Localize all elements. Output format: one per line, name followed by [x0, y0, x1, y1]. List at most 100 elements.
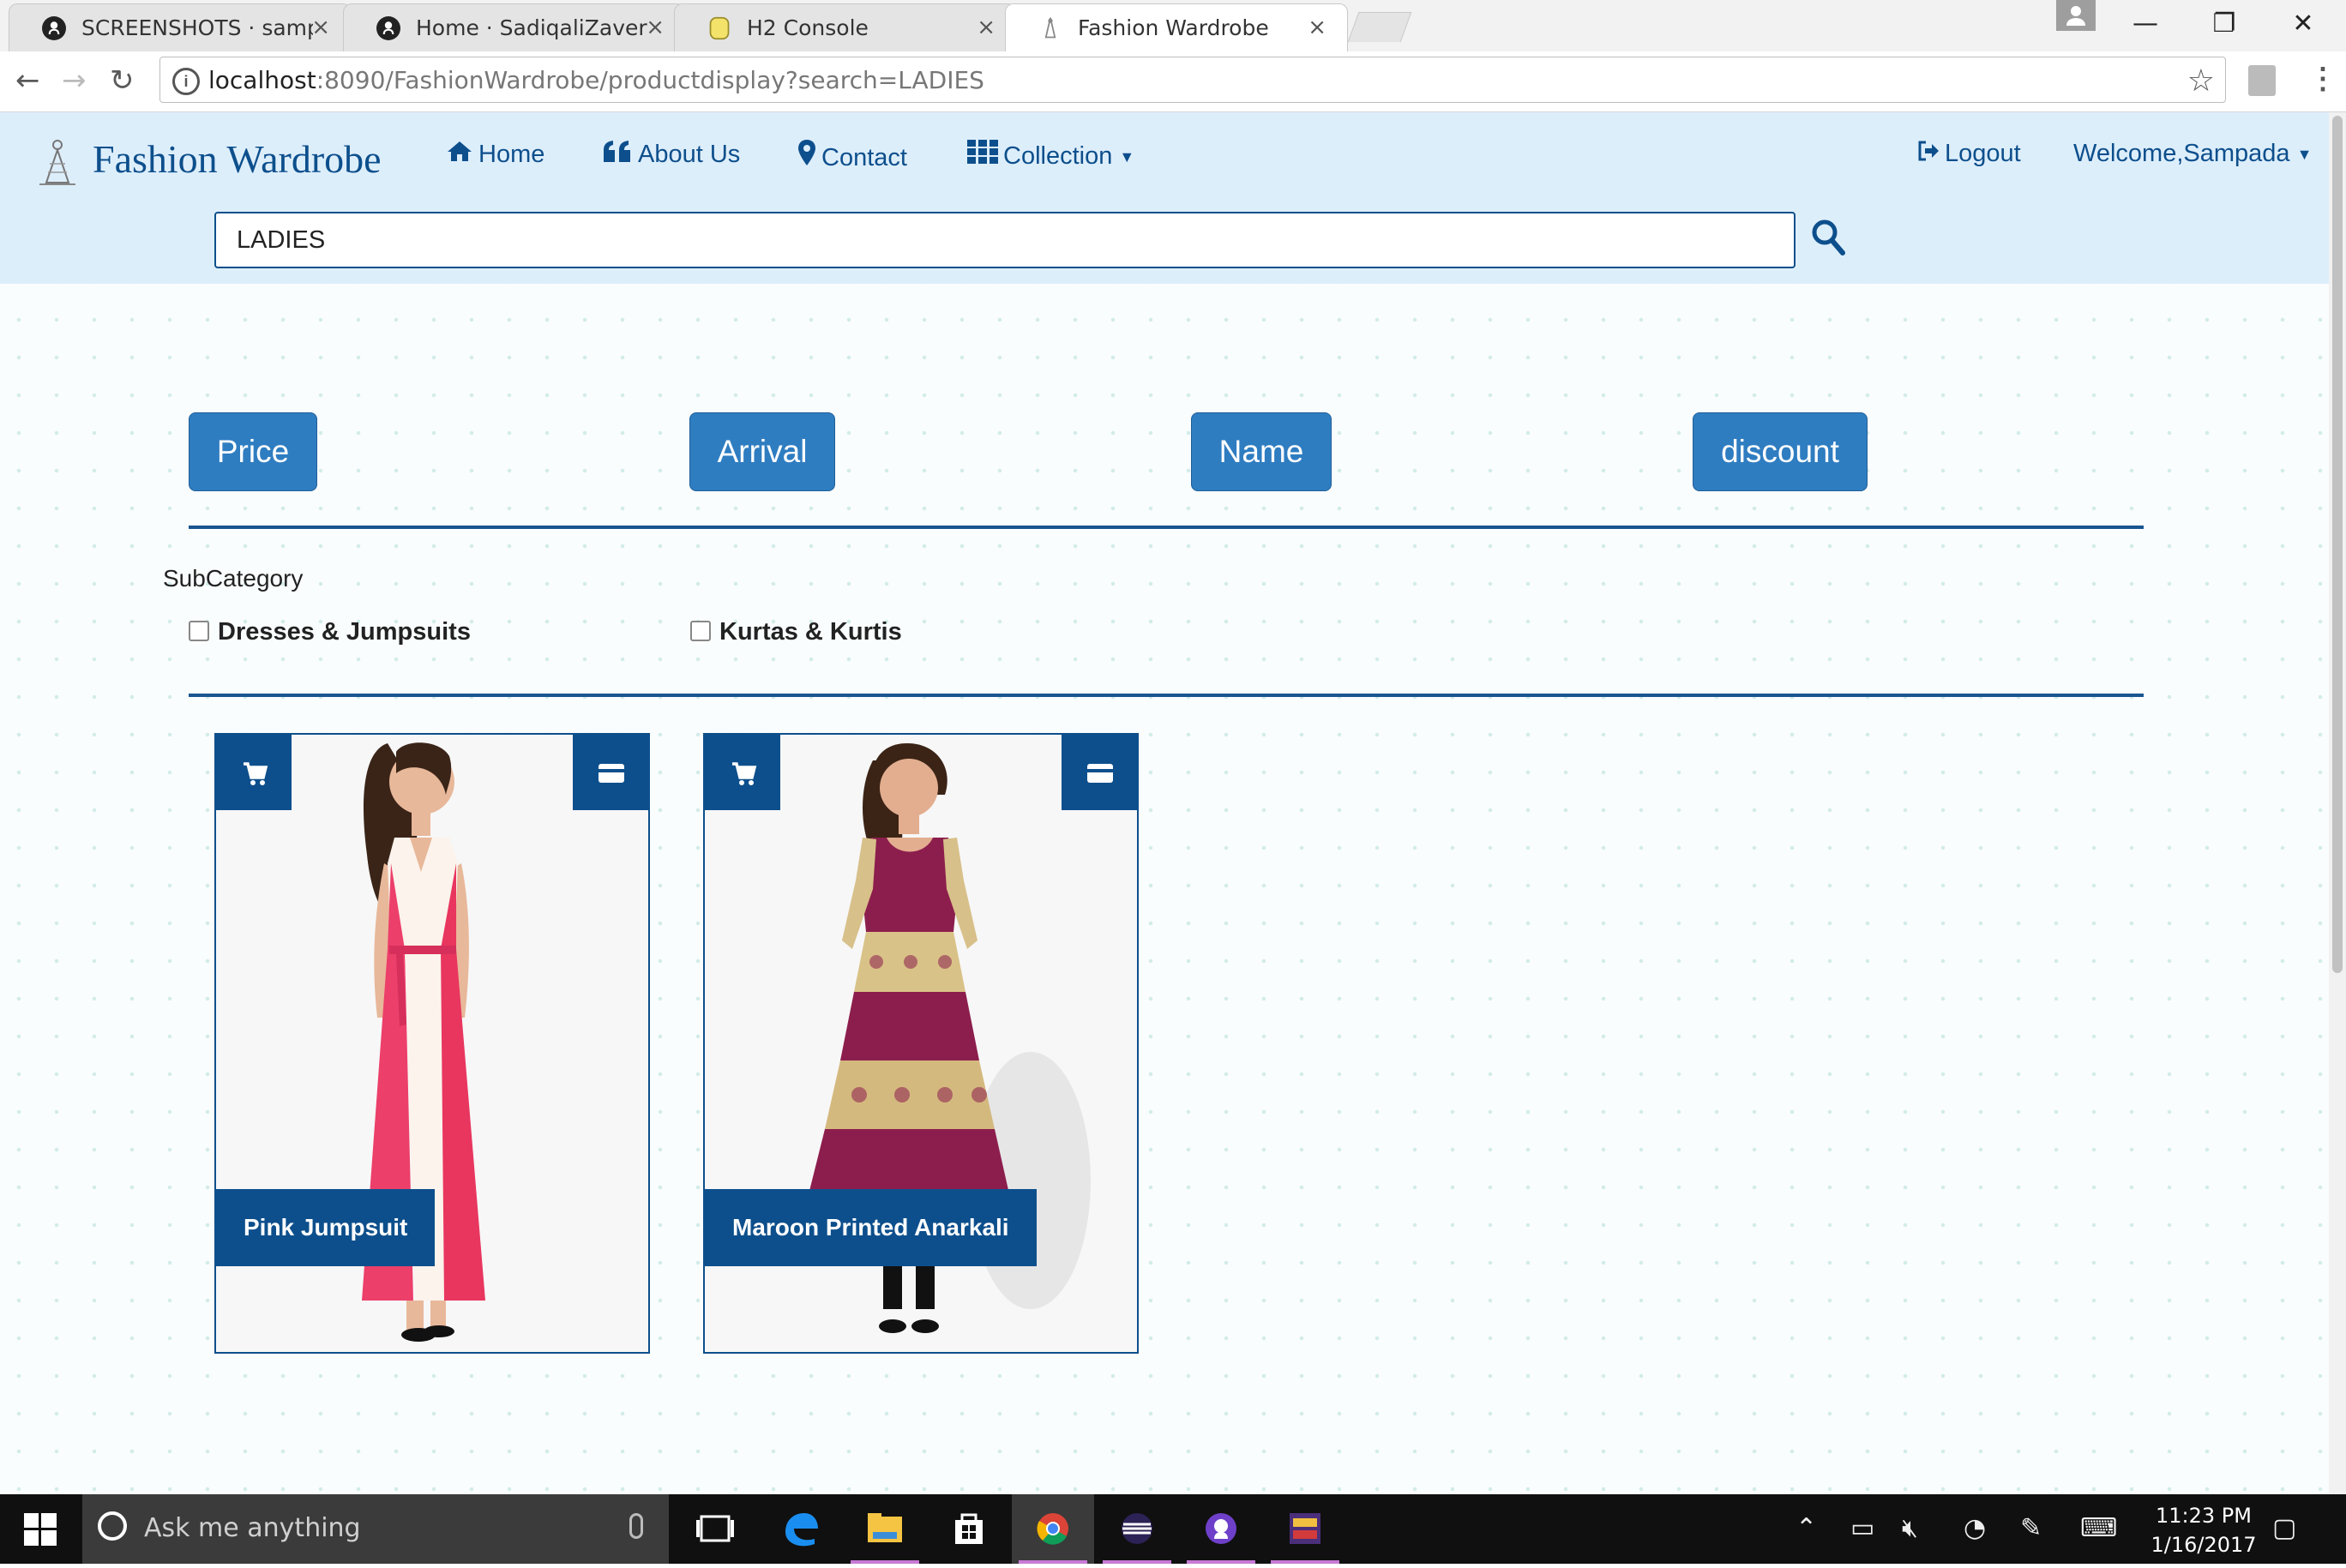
product-name[interactable]: Pink Jumpsuit [216, 1189, 436, 1266]
java-ee-ide-icon[interactable] [1264, 1494, 1346, 1564]
edge-icon[interactable] [760, 1494, 842, 1564]
sort-discount-button[interactable]: discount [1693, 412, 1868, 491]
minimize-button[interactable]: — [2111, 5, 2180, 43]
browser-menu-icon[interactable]: ⋮ [2308, 62, 2337, 96]
forward-icon[interactable]: → [62, 63, 87, 98]
volume-muted-icon[interactable]: 🔇︎ [1902, 1513, 1918, 1543]
restore-button[interactable]: ❐ [2190, 5, 2259, 43]
tab-close-icon[interactable]: × [977, 15, 996, 40]
nav-about[interactable]: About Us [602, 140, 740, 169]
search-icon[interactable] [1811, 219, 1845, 256]
system-clock[interactable]: 11:23 PM 1/16/2017 [2144, 1501, 2264, 1559]
tab-title: SCREENSHOTS · sampda/ [81, 15, 313, 40]
store-icon[interactable] [928, 1494, 1010, 1564]
welcome-label: Welcome,Sampada [2073, 140, 2290, 167]
quote-icon [602, 140, 633, 169]
product-name[interactable]: Maroon Printed Anarkali [705, 1189, 1037, 1266]
clock-date: 1/16/2017 [2150, 1533, 2257, 1557]
grid-icon [967, 140, 998, 171]
running-indicator [1187, 1560, 1255, 1564]
nav-logout[interactable]: Logout [1917, 140, 2021, 168]
back-icon[interactable]: ← [15, 63, 40, 98]
task-view-icon[interactable] [674, 1494, 756, 1564]
nav-logout-label: Logout [1945, 140, 2021, 167]
action-center-icon[interactable]: ▢ [2272, 1513, 2296, 1543]
info-icon[interactable]: i [172, 68, 200, 95]
nav-contact[interactable]: Contact [797, 140, 907, 172]
credit-card-icon [1087, 764, 1113, 783]
browser-tab-fashion-wardrobe[interactable]: Fashion Wardrobe × [1005, 3, 1348, 51]
page-scrollbar[interactable] [2329, 112, 2346, 1494]
windows-start-icon[interactable] [24, 1513, 57, 1546]
windows-taskbar: Ask me anything ⌃ ▭ 🔇︎ ◔ ✎ ⌨ 11:23 PM 1/… [0, 1494, 2346, 1564]
nav-home[interactable]: Home [446, 140, 544, 169]
nav-user-dropdown[interactable]: Welcome,Sampada ▼ [2073, 140, 2312, 168]
close-window-button[interactable]: ✕ [2269, 5, 2337, 43]
sort-price-button[interactable]: Price [189, 412, 317, 491]
running-indicator [1271, 1560, 1339, 1564]
product-card[interactable]: Maroon Printed Anarkali [703, 733, 1139, 1354]
running-indicator [1103, 1560, 1171, 1564]
tab-title: Home · SadiqaliZaveri/M [416, 15, 647, 40]
running-indicator [1019, 1560, 1087, 1564]
tab-close-icon[interactable]: × [1308, 15, 1326, 40]
nav-collection-dropdown[interactable]: Collection ▼ [967, 140, 1134, 171]
sort-arrival-button[interactable]: Arrival [689, 412, 835, 491]
running-indicator [851, 1560, 919, 1564]
microphone-icon[interactable] [629, 1513, 643, 1539]
github-desktop-icon[interactable] [1180, 1494, 1262, 1564]
sort-name-button[interactable]: Name [1191, 412, 1332, 491]
cortana-search-box[interactable]: Ask me anything [82, 1494, 669, 1564]
bookmark-star-icon[interactable]: ☆ [2187, 63, 2215, 99]
chrome-icon[interactable] [1012, 1494, 1094, 1564]
scrollbar-thumb[interactable] [2332, 116, 2343, 973]
tab-close-icon[interactable]: × [311, 15, 330, 40]
map-marker-icon [797, 140, 816, 172]
divider [189, 694, 2144, 697]
eclipse-icon[interactable] [1096, 1494, 1178, 1564]
touch-keyboard-icon[interactable]: ⌨ [2080, 1513, 2117, 1543]
browser-toolbar: ← → ↻ i localhost:8090/FashionWardrobe/p… [0, 51, 2346, 112]
nav-collection-label: Collection [1003, 142, 1113, 170]
checkbox-label[interactable]: Dresses & Jumpsuits [218, 618, 471, 646]
site-header: Fashion Wardrobe Home About Us Contact C… [0, 112, 2329, 284]
buy-now-button[interactable] [1062, 735, 1137, 810]
nav-contact-label: Contact [821, 144, 907, 171]
caret-down-icon: ▼ [2296, 145, 2313, 163]
browser-tab-home[interactable]: Home · SadiqaliZaveri/M × [343, 3, 686, 51]
site-logo-icon[interactable] [36, 138, 79, 186]
url-text: localhost:8090/FashionWardrobe/productdi… [208, 66, 984, 94]
pen-workspace-icon[interactable]: ✎ [2020, 1513, 2042, 1543]
github-icon [376, 16, 400, 40]
reload-icon[interactable]: ↻ [110, 63, 135, 98]
extension-icon[interactable] [2248, 65, 2276, 96]
address-bar[interactable]: i localhost:8090/FashionWardrobe/product… [159, 57, 2226, 103]
show-hidden-icons-icon[interactable]: ⌃ [1796, 1513, 1817, 1543]
file-explorer-icon[interactable] [844, 1494, 926, 1564]
wifi-icon[interactable]: ◔ [1964, 1513, 1986, 1543]
add-to-cart-button[interactable] [216, 735, 292, 810]
buy-now-button[interactable] [573, 735, 648, 810]
browser-tab-h2-console[interactable]: H2 Console × [674, 3, 1017, 51]
search-input[interactable] [214, 212, 1796, 268]
checkbox-kurtas-kurtis[interactable] [690, 621, 711, 641]
browser-tab-screenshots[interactable]: SCREENSHOTS · sampda/ × [9, 3, 352, 51]
logout-icon [1917, 140, 1940, 168]
nav-home-label: Home [478, 141, 545, 168]
battery-icon[interactable]: ▭ [1850, 1513, 1874, 1543]
nav-about-label: About Us [638, 141, 741, 168]
add-to-cart-button[interactable] [705, 735, 780, 810]
tab-title: H2 Console [747, 15, 869, 40]
checkbox-dresses-jumpsuits[interactable] [189, 621, 209, 641]
cortana-icon [98, 1511, 127, 1541]
h2-icon [709, 16, 730, 40]
product-card[interactable]: Pink Jumpsuit [214, 733, 650, 1354]
profile-icon[interactable] [2056, 0, 2096, 31]
clock-time: 11:23 PM [2156, 1504, 2252, 1528]
brand-title[interactable]: Fashion Wardrobe [93, 136, 382, 182]
new-tab-button[interactable] [1347, 12, 1412, 42]
tab-close-icon[interactable]: × [646, 15, 665, 40]
github-icon [42, 16, 66, 40]
cortana-placeholder: Ask me anything [144, 1513, 361, 1543]
checkbox-label[interactable]: Kurtas & Kurtis [719, 618, 902, 646]
